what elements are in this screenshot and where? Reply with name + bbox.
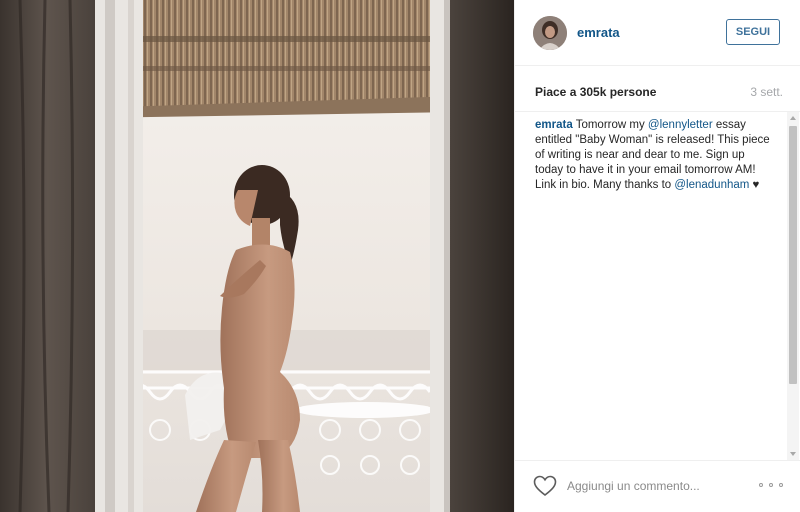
mention-lennyletter[interactable]: @lennyletter xyxy=(648,119,713,131)
caption-text-1: Tomorrow my xyxy=(572,119,648,131)
avatar[interactable] xyxy=(533,16,567,50)
follow-button[interactable]: SEGUI xyxy=(726,19,780,45)
scroll-down-icon[interactable] xyxy=(790,452,796,456)
scrollbar-thumb[interactable] xyxy=(789,126,797,384)
post-sidebar: emrata SEGUI Piace a 305k persone 3 sett… xyxy=(514,0,800,512)
post-header: emrata SEGUI xyxy=(515,0,800,66)
post-footer xyxy=(515,460,800,512)
more-options-icon[interactable] xyxy=(759,475,783,495)
post-caption: emrata Tomorrow my @lennyletter essay en… xyxy=(535,118,775,193)
caption-username[interactable]: emrata xyxy=(535,119,573,131)
username-link[interactable]: emrata xyxy=(577,25,620,40)
heart-emoji: ♥ xyxy=(749,179,760,191)
heart-icon[interactable] xyxy=(533,475,557,497)
likes-count[interactable]: Piace a 305k persone xyxy=(535,85,656,99)
comment-input[interactable] xyxy=(567,477,747,495)
post-time[interactable]: 3 sett. xyxy=(750,85,783,99)
post-stats: Piace a 305k persone 3 sett. xyxy=(515,66,800,112)
post-photo[interactable] xyxy=(0,0,514,512)
scroll-up-icon[interactable] xyxy=(790,116,796,120)
mention-lenadunham[interactable]: @lenadunham xyxy=(674,179,749,191)
caption-scrollbar[interactable] xyxy=(787,112,799,460)
